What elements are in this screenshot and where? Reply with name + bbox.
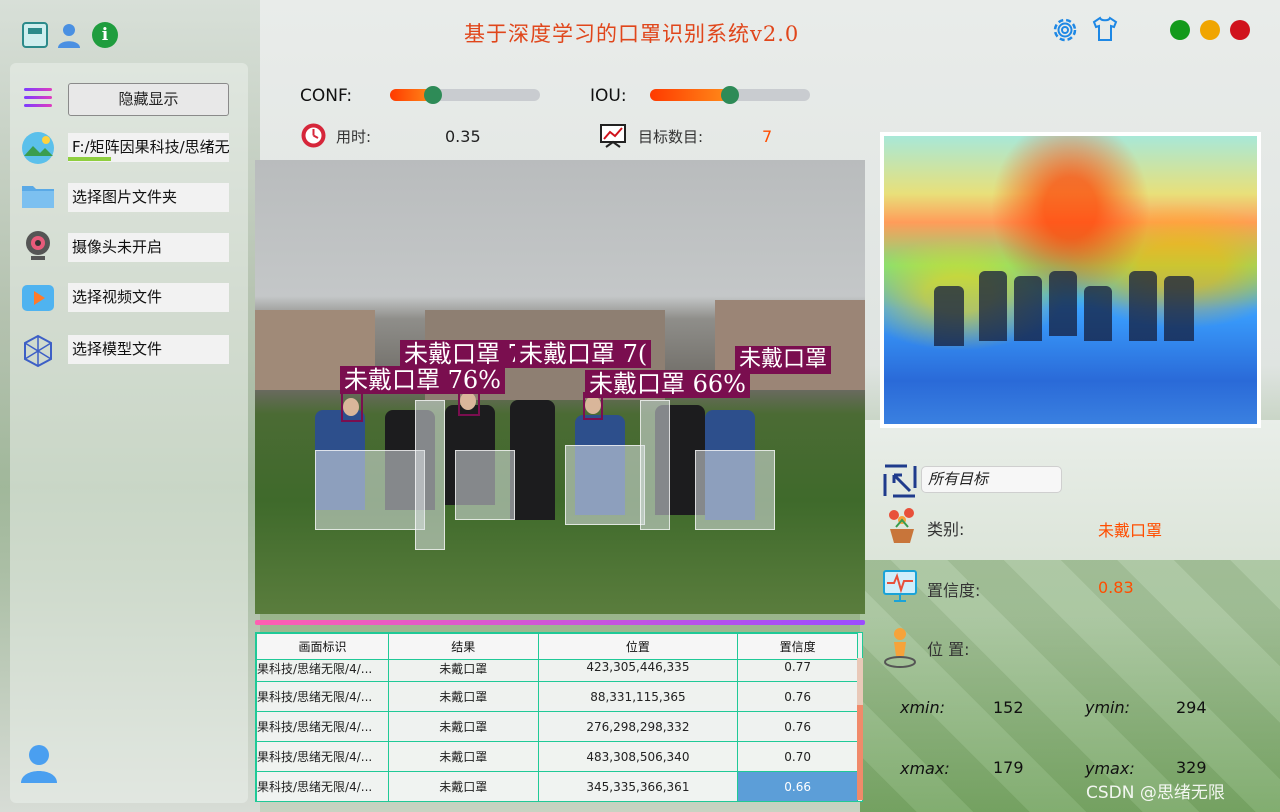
class-label: 类别: bbox=[927, 520, 965, 539]
confidence-monitor-icon bbox=[883, 570, 917, 602]
select-folder-button[interactable]: 选择图片文件夹 bbox=[68, 183, 229, 212]
skin-shirt-icon[interactable] bbox=[1091, 15, 1119, 43]
cell-position[interactable]: 276,298,298,332 bbox=[537, 711, 739, 742]
table-row[interactable]: 果科技/思绪无限/4/... 未戴口罩 345,335,366,361 0.66 bbox=[256, 771, 858, 801]
cell-source[interactable]: 果科技/思绪无限/4/... bbox=[256, 741, 389, 772]
cell-source[interactable]: 果科技/思绪无限/4/... bbox=[256, 659, 389, 682]
cell-source[interactable]: 果科技/思绪无限/4/... bbox=[256, 771, 389, 801]
app-title: 基于深度学习的口罩识别系统v2.0 bbox=[464, 22, 800, 46]
iou-slider[interactable] bbox=[650, 86, 810, 104]
confidence-label: 置信度: bbox=[927, 581, 981, 600]
maximize-button[interactable] bbox=[1170, 20, 1190, 40]
result-table[interactable]: 画面标识 结果 位置 置信度 果科技/思绪无限/4/... 未戴口罩 423,3… bbox=[255, 632, 863, 802]
time-value: 0.35 bbox=[445, 127, 481, 146]
detection-box bbox=[341, 392, 363, 422]
chart-icon bbox=[600, 124, 626, 148]
location-pin-icon bbox=[884, 628, 916, 668]
conf-slider-knob[interactable] bbox=[424, 86, 442, 104]
cell-result[interactable]: 未戴口罩 bbox=[387, 681, 539, 712]
detection-label: 未戴口罩 7( bbox=[515, 340, 652, 368]
camera-icon[interactable] bbox=[20, 228, 56, 264]
cell-confidence[interactable]: 0.76 bbox=[737, 711, 858, 742]
iou-slider-knob[interactable] bbox=[721, 86, 739, 104]
iou-label: IOU: bbox=[590, 86, 627, 106]
image-icon[interactable] bbox=[20, 130, 56, 166]
gear-icon[interactable] bbox=[1050, 15, 1080, 45]
cell-result[interactable]: 未戴口罩 bbox=[387, 771, 539, 801]
sidebar bbox=[10, 63, 248, 803]
column-header-result[interactable]: 结果 bbox=[387, 633, 539, 660]
ymin-value: 294 bbox=[1176, 698, 1207, 717]
cell-confidence[interactable]: 0.77 bbox=[737, 659, 858, 682]
cell-confidence[interactable]: 0.70 bbox=[737, 741, 858, 772]
target-select[interactable]: 所有目标 bbox=[921, 466, 1062, 493]
count-label: 目标数目: bbox=[638, 128, 704, 146]
cell-result[interactable]: 未戴口罩 bbox=[387, 711, 539, 742]
cell-position[interactable]: 88,331,115,365 bbox=[537, 681, 739, 712]
detection-label: 未戴口罩 66% bbox=[585, 370, 750, 398]
load-progress bbox=[68, 157, 111, 161]
user-account-icon[interactable] bbox=[20, 743, 58, 783]
ymax-label: ymax: bbox=[1085, 759, 1135, 778]
flower-pot-icon bbox=[889, 508, 914, 543]
count-value: 7 bbox=[762, 127, 773, 146]
conf-slider[interactable] bbox=[390, 86, 540, 104]
target-select-icon bbox=[883, 464, 917, 498]
cell-position[interactable]: 483,308,506,340 bbox=[537, 741, 739, 772]
select-video-button[interactable]: 选择视频文件 bbox=[68, 283, 229, 312]
model-icon[interactable] bbox=[20, 333, 56, 369]
table-row[interactable]: 果科技/思绪无限/4/... 未戴口罩 276,298,298,332 0.76 bbox=[256, 711, 858, 742]
column-header-source[interactable]: 画面标识 bbox=[256, 633, 389, 660]
column-header-position[interactable]: 位置 bbox=[537, 633, 739, 660]
divider-bar bbox=[255, 620, 865, 625]
camera-button[interactable]: 摄像头未开启 bbox=[68, 233, 229, 262]
column-header-confidence[interactable]: 置信度 bbox=[737, 633, 858, 660]
table-row[interactable]: 果科技/思绪无限/4/... 未戴口罩 483,308,506,340 0.70 bbox=[256, 741, 858, 772]
xmax-label: xmax: bbox=[900, 759, 950, 778]
cell-confidence[interactable]: 0.76 bbox=[737, 681, 858, 712]
cell-result[interactable]: 未戴口罩 bbox=[387, 741, 539, 772]
detection-label: 未戴口罩 76% bbox=[340, 366, 505, 394]
xmin-label: xmin: bbox=[900, 698, 946, 717]
select-model-button[interactable]: 选择模型文件 bbox=[68, 335, 229, 364]
toggle-display-button[interactable]: 隐藏显示 bbox=[68, 83, 229, 116]
menu-icon[interactable] bbox=[24, 88, 52, 112]
save-card-icon[interactable] bbox=[22, 22, 48, 48]
table-row[interactable]: 果科技/思绪无限/4/... 未戴口罩 88,331,115,365 0.76 bbox=[256, 681, 858, 712]
xmin-value: 152 bbox=[993, 698, 1024, 717]
time-label: 用时: bbox=[336, 128, 372, 146]
table-header-row: 画面标识 结果 位置 置信度 bbox=[256, 633, 858, 660]
class-value: 未戴口罩 bbox=[1098, 521, 1163, 540]
minimize-button[interactable] bbox=[1200, 20, 1220, 40]
cell-position[interactable]: 423,305,446,335 bbox=[537, 659, 739, 682]
timer-icon bbox=[301, 123, 326, 148]
detection-image: 未戴口罩 7( 未戴口罩 7( 未戴口罩 未戴口罩 76% 未戴口罩 66% bbox=[255, 160, 865, 614]
cell-source[interactable]: 果科技/思绪无限/4/... bbox=[256, 681, 389, 712]
table-scrollbar-thumb[interactable] bbox=[857, 705, 863, 800]
confidence-value: 0.83 bbox=[1098, 578, 1134, 597]
user-icon[interactable] bbox=[56, 22, 82, 48]
close-button[interactable] bbox=[1230, 20, 1250, 40]
info-icon[interactable]: i bbox=[92, 22, 118, 48]
folder-icon[interactable] bbox=[20, 178, 56, 214]
video-icon[interactable] bbox=[20, 280, 56, 316]
cell-result[interactable]: 未戴口罩 bbox=[387, 659, 539, 682]
conf-label: CONF: bbox=[300, 86, 353, 106]
watermark: CSDN @思绪无限 bbox=[1086, 783, 1225, 803]
ymax-value: 329 bbox=[1176, 758, 1207, 777]
table-row[interactable]: 果科技/思绪无限/4/... 未戴口罩 423,305,446,335 0.77 bbox=[256, 659, 858, 682]
xmax-value: 179 bbox=[993, 758, 1024, 777]
ymin-label: ymin: bbox=[1085, 698, 1131, 717]
cell-source[interactable]: 果科技/思绪无限/4/... bbox=[256, 711, 389, 742]
cell-position[interactable]: 345,335,366,361 bbox=[537, 771, 739, 801]
cell-confidence-selected[interactable]: 0.66 bbox=[737, 771, 858, 801]
heatmap-image bbox=[880, 132, 1261, 428]
position-label: 位 置: bbox=[927, 640, 970, 659]
